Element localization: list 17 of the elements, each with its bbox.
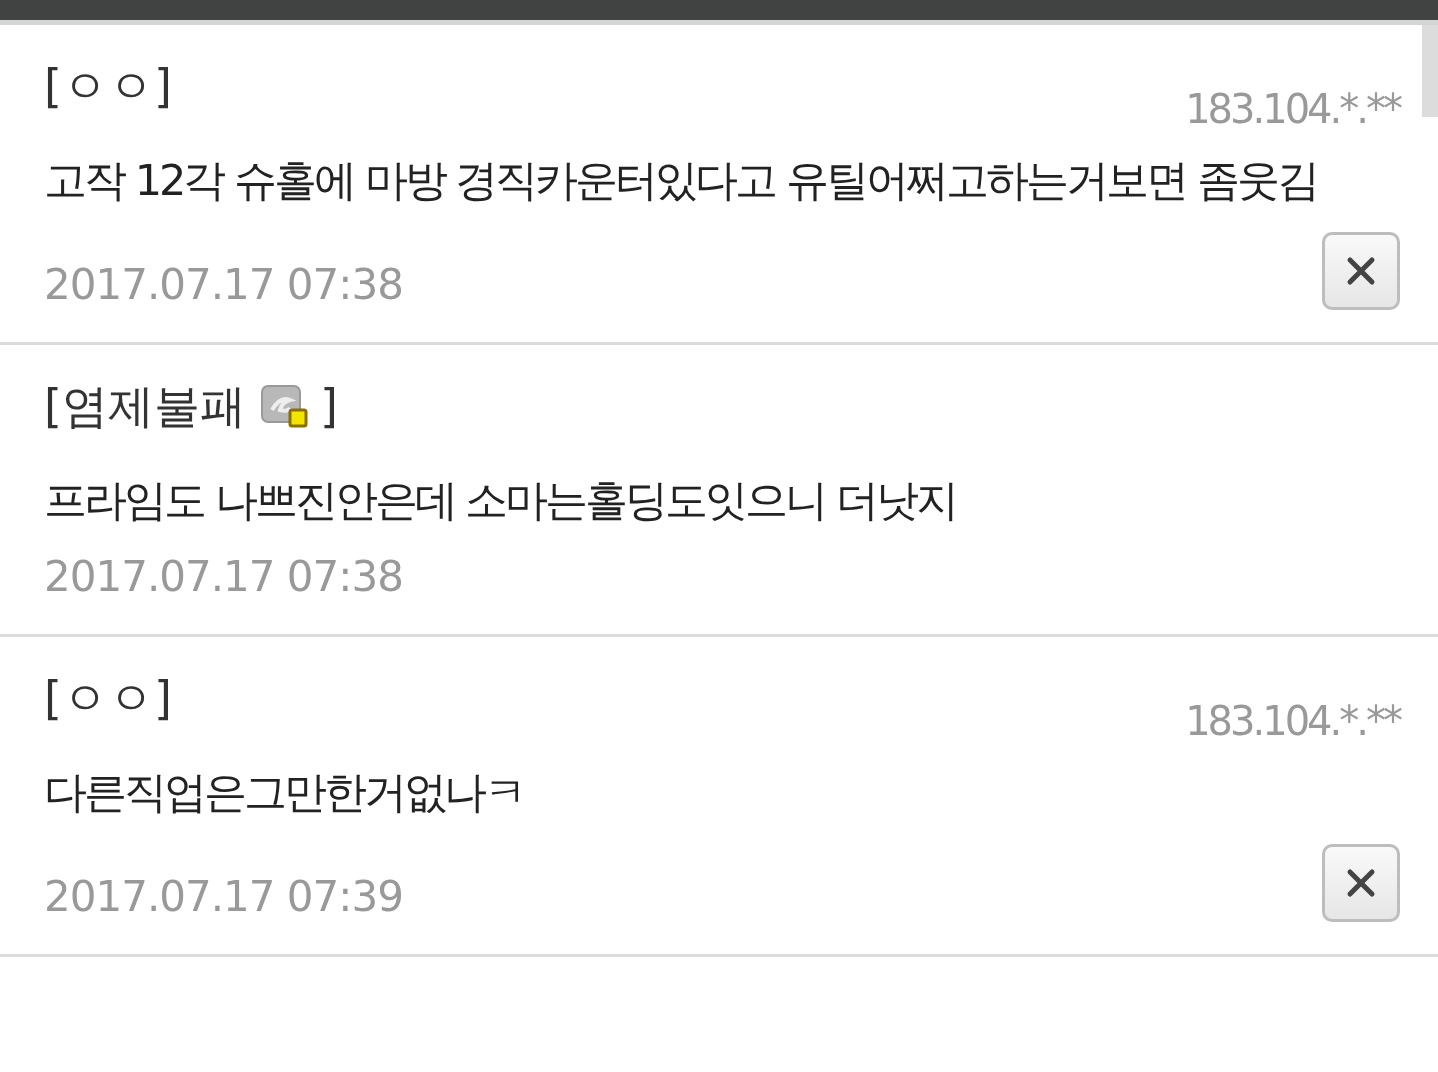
close-icon — [1346, 256, 1376, 286]
author-name: [ㅇㅇ] — [44, 670, 172, 727]
scrollbar[interactable] — [1422, 25, 1438, 117]
comment-text: 다른직업은그만한거없나ㅋ — [44, 766, 525, 819]
delete-button[interactable] — [1322, 232, 1400, 310]
ip-address: 183.104.*.** — [1185, 89, 1400, 129]
comment-text: 고작 12각 슈홀에 마방 경직카운터있다고 유틸어쩌고하는거보면 좀웃김 — [44, 154, 1318, 207]
comment-text: 프라임도 나쁘진안은데 소마는홀딩도잇으니 더낫지 — [44, 474, 957, 527]
author-bracket: ] — [319, 378, 338, 435]
comment-date: 2017.07.17 07:39 — [44, 872, 403, 922]
comment-date: 2017.07.17 07:38 — [44, 260, 403, 310]
delete-button[interactable] — [1322, 844, 1400, 922]
close-icon — [1346, 868, 1376, 898]
author-name: [ㅇㅇ] — [44, 58, 172, 115]
comment-date: 2017.07.17 07:38 — [44, 552, 403, 602]
author-name: [염제불패 — [44, 378, 246, 435]
ip-address: 183.104.*.** — [1185, 701, 1400, 741]
